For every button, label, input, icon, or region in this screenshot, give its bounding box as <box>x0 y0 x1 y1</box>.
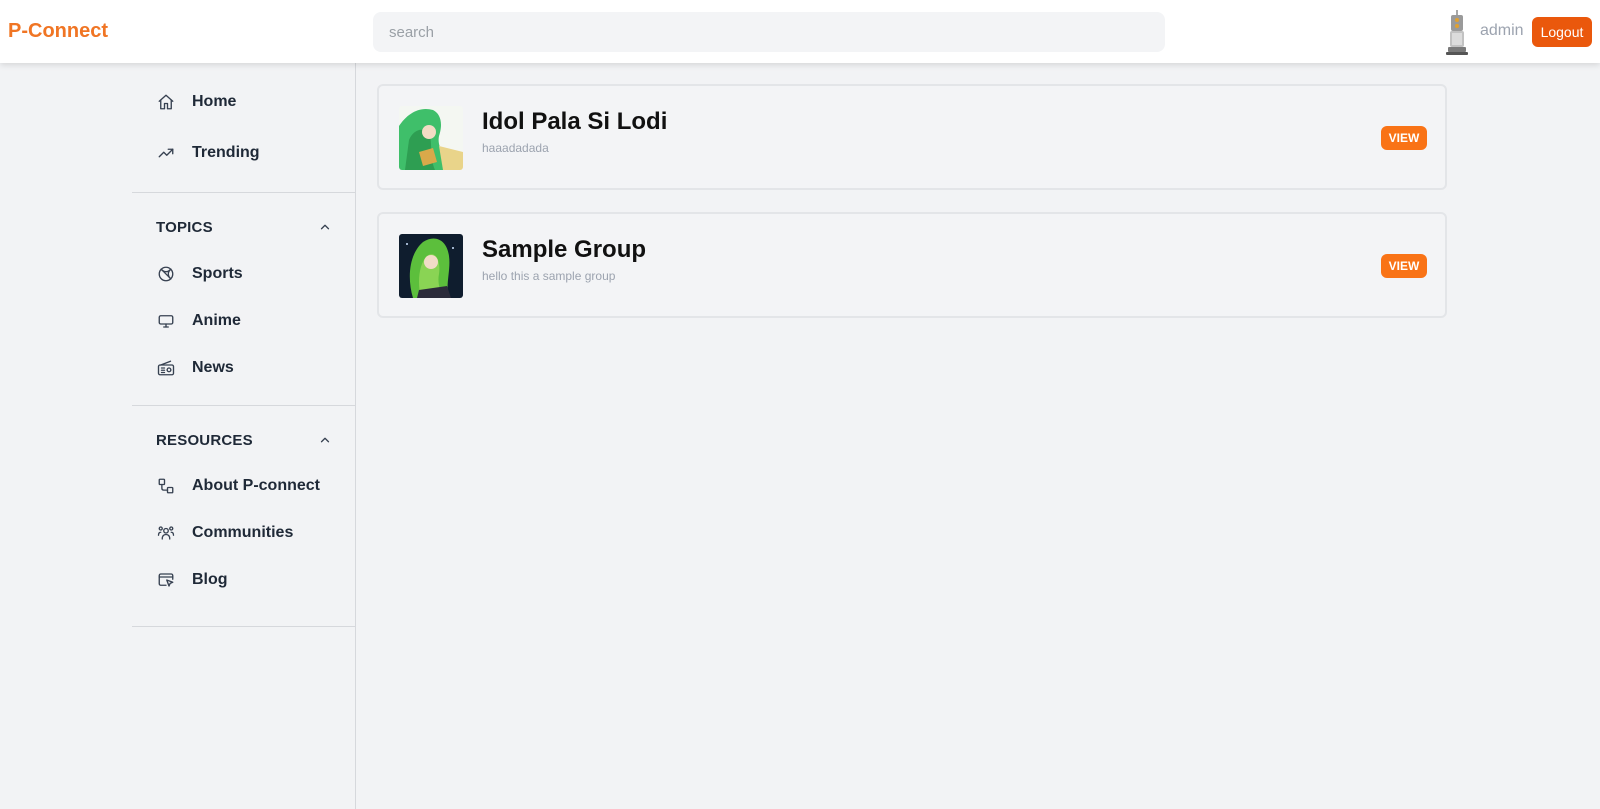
sidebar-item-label: Anime <box>192 312 241 329</box>
sidebar-item-home[interactable]: Home <box>156 90 236 114</box>
group-title[interactable]: Idol Pala Si Lodi <box>482 108 667 136</box>
sidebar-item-label: Trending <box>192 144 260 161</box>
resources-heading: RESOURCES <box>156 431 253 449</box>
sidebar-item-label: Communities <box>192 524 294 541</box>
monitor-icon <box>156 311 176 331</box>
browser-pointer-icon <box>156 570 176 590</box>
group-card: Sample Group hello this a sample group V… <box>377 212 1447 318</box>
username-label[interactable]: admin <box>1480 22 1524 40</box>
group-thumbnail[interactable] <box>399 234 463 298</box>
avatar[interactable] <box>1442 10 1472 56</box>
users-icon <box>156 523 176 543</box>
radio-icon <box>156 358 176 378</box>
group-card: Idol Pala Si Lodi haaadadada VIEW <box>377 84 1447 190</box>
view-group-button[interactable]: VIEW <box>1381 254 1427 278</box>
topics-section-toggle[interactable]: TOPICS <box>156 216 332 238</box>
chevron-up-icon <box>318 220 332 234</box>
search-input[interactable] <box>373 12 1165 52</box>
sidebar-item-news[interactable]: News <box>156 356 234 380</box>
group-description: haaadadada <box>482 141 549 155</box>
brand-logo[interactable]: P-Connect <box>8 20 108 43</box>
sidebar-item-label: About P-connect <box>192 477 320 494</box>
logout-button[interactable]: Logout <box>1532 17 1592 47</box>
sidebar-item-blog[interactable]: Blog <box>156 568 228 592</box>
sidebar-divider <box>132 192 356 193</box>
sidebar-item-communities[interactable]: Communities <box>156 521 293 545</box>
group-thumbnail[interactable] <box>399 106 463 170</box>
sidebar-divider <box>132 626 356 627</box>
top-navbar: P-Connect admin Logout <box>0 0 1600 63</box>
sidebar-item-label: Home <box>192 93 237 110</box>
sidebar-item-sports[interactable]: Sports <box>156 262 243 286</box>
sidebar-item-label: Blog <box>192 571 228 588</box>
group-description: hello this a sample group <box>482 269 616 283</box>
sidebar-item-about[interactable]: About P-connect <box>156 474 320 498</box>
sidebar: Home Trending TOPICS Sports Anime News R… <box>132 63 356 809</box>
sidebar-item-label: News <box>192 359 234 376</box>
view-group-button[interactable]: VIEW <box>1381 126 1427 150</box>
sidebar-item-anime[interactable]: Anime <box>156 309 241 333</box>
resources-section-toggle[interactable]: RESOURCES <box>156 429 332 451</box>
trending-icon <box>156 143 176 163</box>
chevron-up-icon <box>318 433 332 447</box>
group-title[interactable]: Sample Group <box>482 236 646 264</box>
basketball-icon <box>156 264 176 284</box>
home-icon <box>156 92 176 112</box>
topics-heading: TOPICS <box>156 218 213 236</box>
shapes-icon <box>156 476 176 496</box>
sidebar-divider <box>132 405 356 406</box>
sidebar-item-trending[interactable]: Trending <box>156 141 260 165</box>
sidebar-item-label: Sports <box>192 265 243 282</box>
